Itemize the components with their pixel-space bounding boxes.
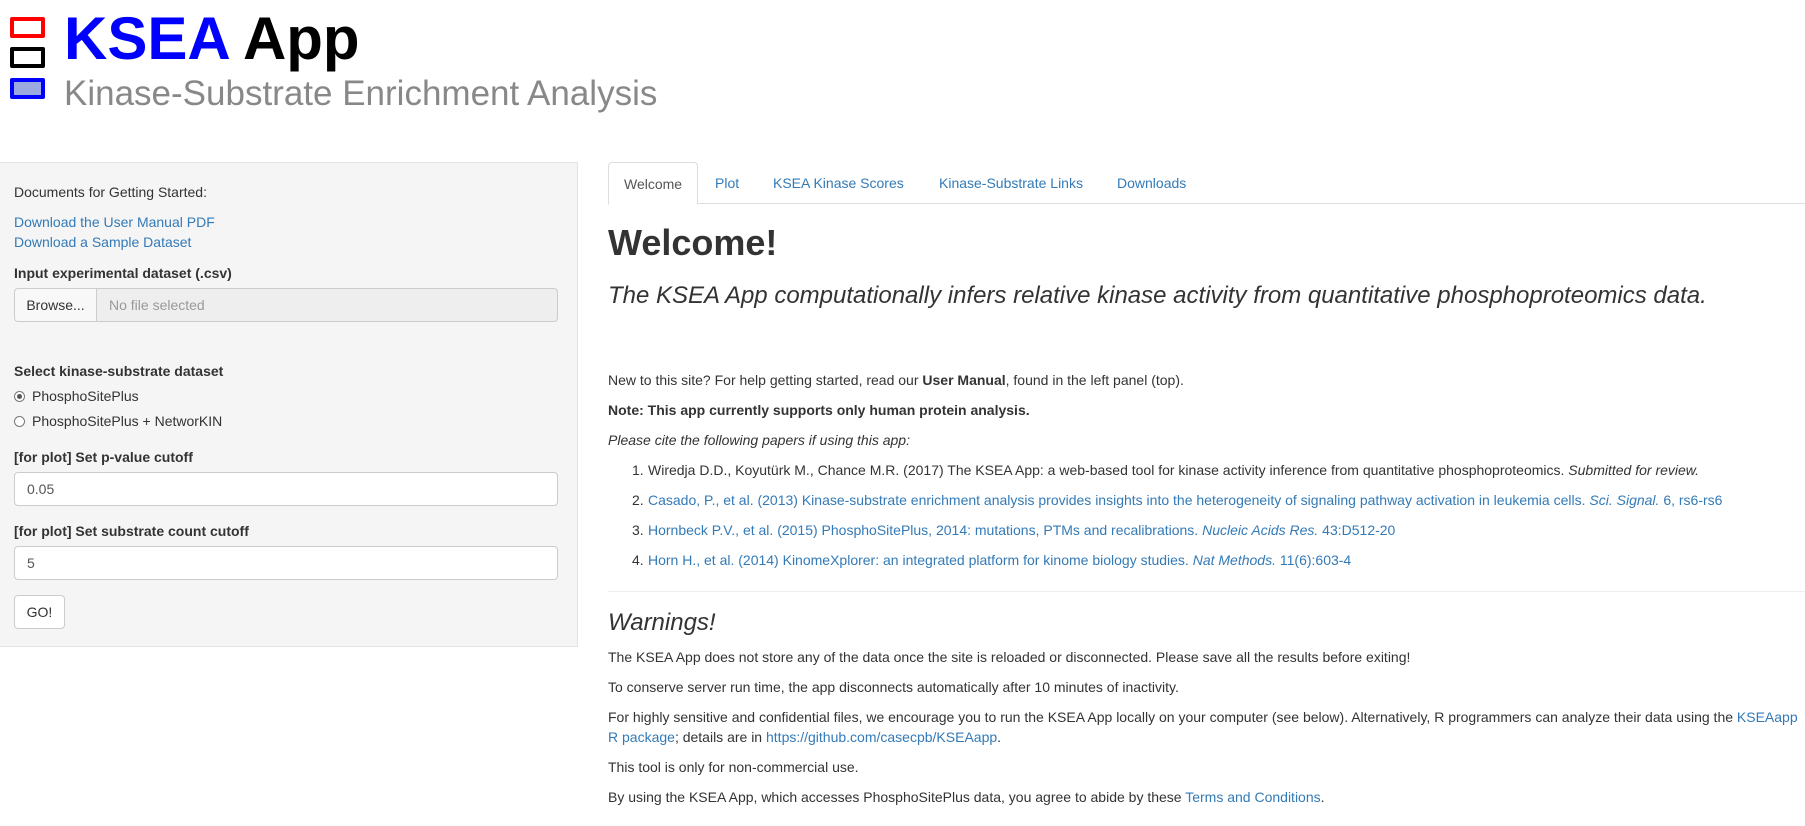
docs-heading: Documents for Getting Started:	[14, 184, 207, 200]
tab-welcome[interactable]: Welcome	[608, 162, 699, 205]
ref-number: 2.	[632, 492, 644, 508]
ref-text[interactable]: Horn H., et al. (2014) KinomeXplorer: an…	[648, 552, 1193, 568]
page-title: Welcome!	[608, 222, 778, 263]
substrate-count-label: [for plot] Set substrate count cutoff	[14, 523, 249, 539]
warn3-mid: ; details are in	[674, 729, 766, 745]
tab-bar: Welcome Plot KSEA Kinase Scores Kinase-S…	[608, 162, 1805, 205]
go-button[interactable]: GO!	[14, 595, 65, 629]
app-title-ksea: KSEA	[64, 5, 229, 72]
reference-item: 1. Wiredja D.D., Koyutürk M., Chance M.R.…	[632, 462, 1699, 478]
browse-button[interactable]: Browse...	[14, 288, 97, 322]
app-subtitle: Kinase-Substrate Enrichment Analysis	[64, 74, 658, 113]
ref-journal[interactable]: Sci. Signal.	[1589, 492, 1659, 508]
cite-intro: Please cite the following papers if usin…	[608, 432, 910, 448]
ref-link-horn[interactable]: Horn H., et al. (2014) KinomeXplorer: an…	[648, 552, 1351, 568]
ref-text[interactable]: Casado, P., et al. (2013) Kinase-substra…	[648, 492, 1589, 508]
ref-number: 1.	[632, 462, 644, 478]
radio-phosphositeplus[interactable]: PhosphoSitePlus	[14, 388, 139, 404]
radio-phosphositeplus-networkin[interactable]: PhosphoSitePlus + NetworKIN	[14, 413, 222, 429]
reference-item: 4. Horn H., et al. (2014) KinomeXplorer: …	[632, 552, 1351, 568]
ref-journal[interactable]: Nucleic Acids Res.	[1202, 522, 1318, 538]
intro-pre: New to this site? For help getting start…	[608, 372, 923, 388]
pvalue-input[interactable]: 0.05	[14, 472, 558, 506]
download-sample-link[interactable]: Download a Sample Dataset	[14, 234, 191, 250]
warning-storage: The KSEA App does not store any of the d…	[608, 649, 1411, 665]
file-name-field[interactable]: No file selected	[97, 288, 558, 322]
warnings-title: Warnings!	[608, 609, 716, 636]
note-text: Note: This app currently supports only h…	[608, 402, 1030, 418]
intro-text: New to this site? For help getting start…	[608, 372, 1184, 388]
ref-tail[interactable]: 6, rs6-rs6	[1659, 492, 1722, 508]
logo-blue-box	[10, 78, 45, 99]
tab-plot[interactable]: Plot	[700, 162, 754, 204]
ref-number: 4.	[632, 552, 644, 568]
terms-conditions-link[interactable]: Terms and Conditions	[1185, 789, 1320, 805]
tab-kinase-substrate-links[interactable]: Kinase-Substrate Links	[924, 162, 1098, 204]
ref-text[interactable]: Hornbeck P.V., et al. (2015) PhosphoSite…	[648, 522, 1202, 538]
sidebar-panel: Documents for Getting Started: Download …	[0, 162, 578, 647]
ref-journal: Submitted for review.	[1568, 462, 1700, 478]
warn5-post: .	[1320, 789, 1325, 805]
divider	[608, 591, 1805, 592]
input-dataset-label: Input experimental dataset (.csv)	[14, 265, 232, 281]
substrate-count-input[interactable]: 5	[14, 546, 558, 580]
ref-journal[interactable]: Nat Methods.	[1193, 552, 1276, 568]
logo-red-box	[10, 17, 45, 38]
tab-kinase-scores[interactable]: KSEA Kinase Scores	[758, 162, 919, 204]
warning-timeout: To conserve server run time, the app dis…	[608, 679, 1179, 695]
radio-label: PhosphoSitePlus	[32, 388, 139, 404]
github-link[interactable]: https://github.com/casecpb/KSEAapp	[766, 729, 997, 745]
reference-item: 2. Casado, P., et al. (2013) Kinase-subst…	[632, 492, 1722, 508]
file-upload: Browse... No file selected	[14, 288, 558, 322]
ref-number: 3.	[632, 522, 644, 538]
dataset-select-label: Select kinase-substrate dataset	[14, 363, 224, 379]
warn5-pre: By using the KSEA App, which accesses Ph…	[608, 789, 1186, 805]
tab-downloads[interactable]: Downloads	[1102, 162, 1201, 204]
pvalue-label: [for plot] Set p-value cutoff	[14, 449, 193, 465]
ref-tail[interactable]: 43:D512-20	[1318, 522, 1395, 538]
ref-tail[interactable]: 11(6):603-4	[1276, 552, 1351, 568]
intro-bold: User Manual	[922, 372, 1006, 388]
warning-non-commercial: This tool is only for non-commercial use…	[608, 759, 859, 775]
radio-label: PhosphoSitePlus + NetworKIN	[32, 413, 223, 429]
lead-text: The KSEA App computationally infers rela…	[608, 282, 1707, 309]
ref-link-hornbeck[interactable]: Hornbeck P.V., et al. (2015) PhosphoSite…	[648, 522, 1395, 538]
app-title-app: App	[242, 5, 360, 72]
warning-local-run: For highly sensitive and confidential fi…	[608, 707, 1798, 747]
warn3-post: .	[997, 729, 1002, 745]
ksea-logo-icon	[8, 17, 46, 105]
warning-terms: By using the KSEA App, which accesses Ph…	[608, 789, 1325, 805]
intro-post: , found in the left panel (top).	[1005, 372, 1184, 388]
logo-black-box	[10, 47, 45, 68]
ref-text: Wiredja D.D., Koyutürk M., Chance M.R. (…	[648, 462, 1569, 478]
download-manual-link[interactable]: Download the User Manual PDF	[14, 214, 215, 230]
app-title: KSEA App	[64, 4, 360, 74]
reference-item: 3. Hornbeck P.V., et al. (2015) PhosphoSi…	[632, 522, 1395, 538]
warn3-pre: For highly sensitive and confidential fi…	[608, 709, 1737, 725]
ref-link-casado[interactable]: Casado, P., et al. (2013) Kinase-substra…	[648, 492, 1722, 508]
radio-checked-icon[interactable]	[14, 390, 25, 402]
radio-unchecked-icon[interactable]	[14, 415, 25, 427]
